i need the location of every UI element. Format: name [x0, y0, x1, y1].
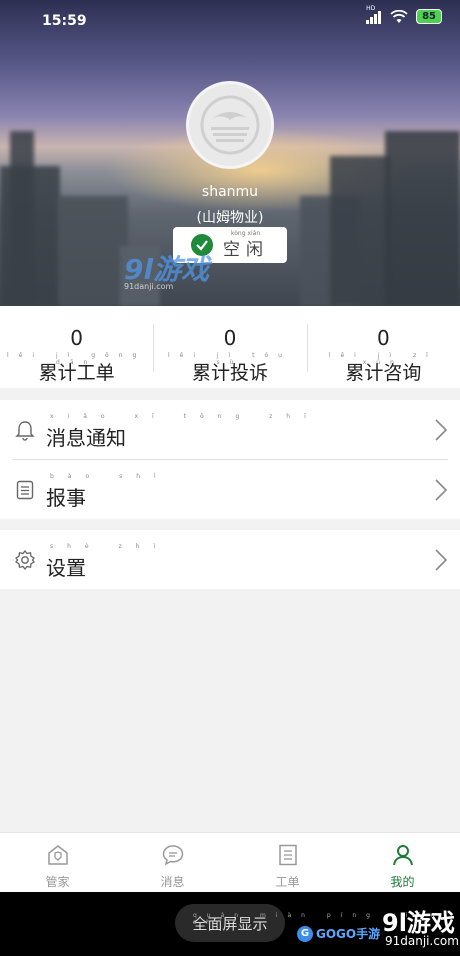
stat-value: 0	[376, 326, 390, 350]
clipboard-list-icon	[16, 480, 34, 500]
menu-pinyin: xiāo xī tōng zhī	[50, 413, 320, 420]
battery-indicator: 85	[416, 9, 442, 24]
menu-item-settings[interactable]: shè zhì 设置	[0, 530, 460, 589]
stat-work-orders[interactable]: 0 lěi jì gōng dān 累计工单	[0, 306, 153, 388]
menu-pinyin: shè zhì	[50, 543, 170, 550]
menu-label: 报事	[46, 486, 86, 510]
stat-label: 累计咨询	[345, 362, 422, 384]
watermark-logo: 9l游戏 91danji.com	[124, 253, 210, 291]
nav-label: 消息	[160, 875, 185, 889]
nav-label: 管家	[45, 875, 70, 889]
stats-panel: 0 lěi jì gōng dān 累计工单 0 lěi jì tóu sù 累…	[0, 306, 460, 388]
bell-icon	[15, 421, 35, 441]
company-name: (山姆物业)	[196, 210, 264, 226]
person-icon	[392, 845, 413, 866]
nav-tab-work-orders[interactable]: 工单	[230, 833, 345, 892]
house-shield-icon	[47, 845, 68, 865]
clock: 15:59	[42, 13, 87, 29]
menu-label: 消息通知	[46, 426, 126, 450]
nav-tab-mine[interactable]: 我的	[345, 833, 460, 892]
status-bar: 15:59 HD 85	[0, 0, 460, 38]
wifi-icon	[390, 9, 408, 23]
stat-label: 累计投诉	[191, 362, 268, 384]
gogo-text: GOGO手游	[316, 927, 381, 941]
nav-label: 我的	[390, 875, 415, 889]
nav-label: 工单	[275, 875, 300, 889]
brand-watermark: 9l游戏	[382, 909, 455, 937]
username: shanmu	[201, 184, 259, 200]
menu-label: 设置	[46, 556, 86, 580]
menu-group-main: xiāo xī tōng zhī 消息通知 bào shì 报事	[0, 400, 460, 519]
brand-site: 91danji.com	[385, 934, 459, 948]
stat-label: 累计工单	[38, 362, 115, 384]
stat-inquiries[interactable]: 0 lěi jì zī xún 累计咨询	[306, 306, 460, 388]
chevron-right-icon	[435, 479, 448, 501]
avatar[interactable]	[186, 81, 274, 169]
menu-item-report[interactable]: bào shì 报事	[0, 460, 460, 519]
company-logo-icon	[200, 95, 260, 155]
gear-icon	[15, 549, 35, 571]
signal-icon: HD	[366, 5, 382, 24]
nav-tab-messages[interactable]: 消息	[115, 833, 230, 892]
chevron-right-icon	[435, 419, 448, 441]
network-type: HD	[366, 4, 376, 12]
menu-group-settings: shè zhì 设置	[0, 530, 460, 589]
document-icon	[278, 844, 297, 866]
chevron-right-icon	[435, 549, 448, 571]
chat-bubble-icon	[162, 845, 183, 866]
gogo-logo-icon: G	[297, 925, 313, 942]
nav-tab-butler[interactable]: 管家	[0, 833, 115, 892]
profile-header: 15:59 HD 85 shanmu (山姆物业) 空闲 kòng xián 9…	[0, 0, 460, 306]
work-status-label: 空闲	[223, 239, 269, 260]
bottom-nav: 管家 消息 工单 我的	[0, 832, 460, 892]
screen: 15:59 HD 85 shanmu (山姆物业) 空闲 kòng xián 9…	[0, 0, 460, 956]
stat-value: 0	[223, 326, 237, 350]
gogo-watermark: G GOGO手游	[297, 925, 380, 942]
menu-item-notifications[interactable]: xiāo xī tōng zhī 消息通知	[0, 400, 460, 459]
stat-complaints[interactable]: 0 lěi jì tóu sù 累计投诉	[153, 306, 306, 388]
menu-pinyin: bào shì	[50, 473, 170, 480]
work-status-pinyin: kòng xián	[231, 230, 261, 237]
stat-value: 0	[70, 326, 84, 350]
